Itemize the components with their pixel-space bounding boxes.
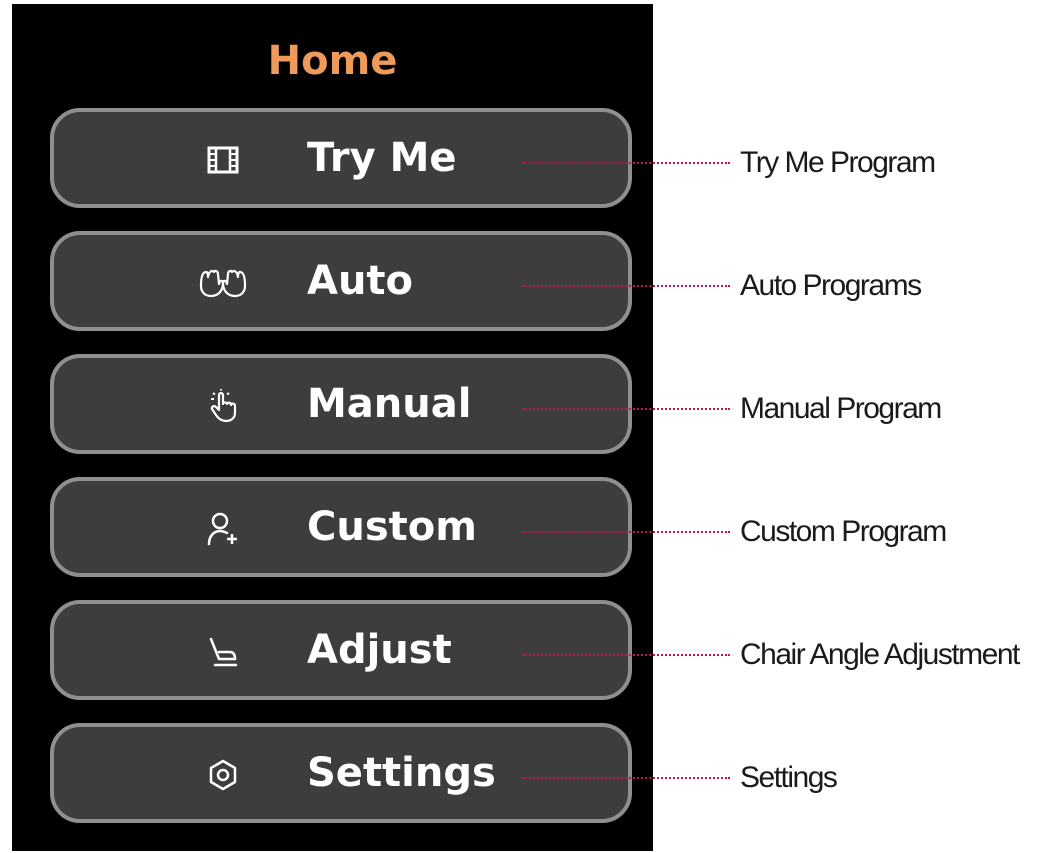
settings-hexagon-icon [206, 758, 240, 792]
settings-button[interactable]: Settings [50, 723, 632, 823]
callout-try-me-program: Try Me Program [740, 146, 936, 179]
home-screen: Home Try Me Auto Manual Custom Adjust Se… [12, 4, 653, 851]
callout-manual-program: Manual Program [740, 392, 942, 425]
callout-settings: Settings [740, 761, 838, 794]
callout-leader-line [522, 285, 730, 287]
manual-label: Manual [307, 381, 472, 427]
settings-label: Settings [307, 750, 496, 796]
custom-label: Custom [307, 504, 477, 550]
manual-button[interactable]: Manual [50, 354, 632, 454]
callout-custom-program: Custom Program [740, 515, 947, 548]
auto-label: Auto [307, 258, 414, 304]
custom-button[interactable]: Custom [50, 477, 632, 577]
try-me-button[interactable]: Try Me [50, 108, 632, 208]
callout-leader-line [522, 408, 730, 410]
user-add-icon [206, 512, 240, 546]
try-me-label: Try Me [307, 135, 457, 181]
callout-auto-programs: Auto Programs [740, 269, 922, 302]
tap-hand-icon [206, 389, 240, 423]
auto-button[interactable]: Auto [50, 231, 632, 331]
hands-icon [197, 266, 249, 300]
callout-leader-line [522, 531, 730, 533]
callout-chair-angle-adjustment: Chair Angle Adjustment [740, 638, 1020, 671]
adjust-button[interactable]: Adjust [50, 600, 632, 700]
callout-leader-line [522, 777, 730, 779]
chair-icon [206, 635, 240, 669]
page-title: Home [267, 38, 398, 84]
callout-leader-line [522, 162, 730, 164]
callout-leader-line [522, 654, 730, 656]
adjust-label: Adjust [307, 627, 452, 673]
film-icon [206, 143, 240, 177]
